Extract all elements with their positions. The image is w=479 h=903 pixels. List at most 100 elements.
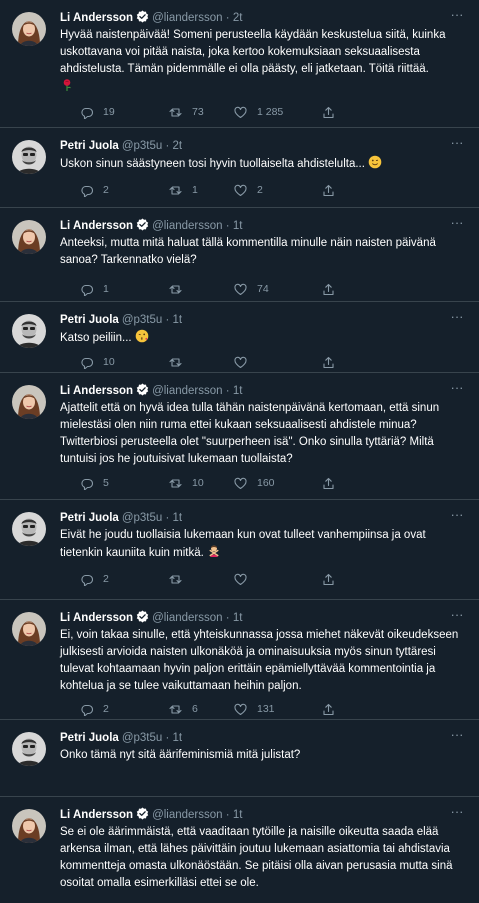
separator-dot: · bbox=[225, 809, 230, 821]
more-options-icon[interactable]: ··· bbox=[449, 508, 465, 522]
reply-button[interactable]: 2 bbox=[80, 182, 109, 198]
tweet-timestamp[interactable]: 2t bbox=[233, 12, 243, 24]
share-button[interactable] bbox=[322, 281, 335, 297]
author-handle[interactable]: @p3t5u bbox=[122, 140, 162, 152]
separator-dot: · bbox=[225, 612, 230, 624]
woman-avatar[interactable] bbox=[12, 612, 46, 646]
more-options-icon[interactable]: ··· bbox=[449, 805, 465, 819]
more-options-icon[interactable]: ··· bbox=[449, 8, 465, 22]
tweet-timestamp[interactable]: 1t bbox=[233, 385, 243, 397]
tweet-text-content: Ajattelit että on hyvä idea tulla tähän … bbox=[60, 402, 440, 465]
tweet[interactable]: Petri Juola @p3t5u · 1t ··· Katso peiliin..… bbox=[0, 302, 479, 373]
share-button[interactable] bbox=[322, 571, 335, 587]
reply-count: 19 bbox=[103, 106, 115, 118]
tweet[interactable]: Li Andersson @liandersson · 2t ··· Hyvää na… bbox=[0, 0, 479, 128]
more-options-icon[interactable]: ··· bbox=[449, 728, 465, 742]
like-button[interactable]: 160 bbox=[234, 475, 275, 491]
man-avatar[interactable] bbox=[12, 314, 46, 348]
tweet-text-content: Eivät he joudu tuollaisia lukemaan kun o… bbox=[60, 529, 426, 559]
share-button[interactable] bbox=[322, 104, 335, 120]
tweet-timestamp[interactable]: 1t bbox=[233, 612, 243, 624]
like-button[interactable] bbox=[234, 354, 257, 370]
author-name[interactable]: Petri Juola bbox=[60, 512, 119, 524]
man-avatar[interactable] bbox=[12, 512, 46, 546]
woman-avatar[interactable] bbox=[12, 12, 46, 46]
author-name[interactable]: Li Andersson bbox=[60, 612, 133, 624]
man-avatar[interactable] bbox=[12, 732, 46, 766]
like-button[interactable]: 74 bbox=[234, 281, 269, 297]
like-button[interactable]: 1 285 bbox=[234, 104, 283, 120]
tweet[interactable]: Li Andersson @liandersson · 1t ··· Ajatteli… bbox=[0, 373, 479, 500]
reply-button[interactable]: 2 bbox=[80, 701, 109, 717]
reply-button[interactable]: 2 bbox=[80, 571, 109, 587]
like-button[interactable] bbox=[234, 571, 257, 587]
share-button[interactable] bbox=[322, 475, 335, 491]
share-button[interactable] bbox=[322, 701, 335, 717]
retweet-button[interactable] bbox=[169, 571, 192, 587]
reply-button[interactable]: 1 bbox=[80, 281, 109, 297]
like-count: 131 bbox=[257, 703, 275, 715]
tweet-timestamp[interactable]: 1t bbox=[173, 732, 183, 744]
author-handle[interactable]: @p3t5u bbox=[122, 512, 162, 524]
tweet[interactable]: Li Andersson @liandersson · 1t ··· Anteeksi… bbox=[0, 208, 479, 302]
separator-dot: · bbox=[165, 732, 170, 744]
retweet-icon bbox=[169, 356, 182, 369]
author-handle[interactable]: @liandersson bbox=[152, 385, 223, 397]
retweet-icon bbox=[169, 106, 182, 119]
reply-button[interactable]: 5 bbox=[80, 475, 109, 491]
author-handle[interactable]: @liandersson bbox=[152, 220, 223, 232]
author-name[interactable]: Petri Juola bbox=[60, 314, 119, 326]
more-options-icon[interactable]: ··· bbox=[449, 136, 465, 150]
woman-avatar[interactable] bbox=[12, 809, 46, 843]
reply-button[interactable]: 19 bbox=[80, 104, 115, 120]
author-handle[interactable]: @p3t5u bbox=[122, 314, 162, 326]
woman-avatar[interactable] bbox=[12, 385, 46, 419]
author-handle[interactable]: @liandersson bbox=[152, 12, 223, 24]
author-name[interactable]: Li Andersson bbox=[60, 809, 133, 821]
tweet-text-content: Katso peiliin... bbox=[60, 332, 132, 344]
tweet-timestamp[interactable]: 2t bbox=[173, 140, 183, 152]
author-handle[interactable]: @liandersson bbox=[152, 612, 223, 624]
like-button[interactable]: 2 bbox=[234, 182, 263, 198]
share-button[interactable] bbox=[322, 182, 335, 198]
author-name[interactable]: Li Andersson bbox=[60, 12, 133, 24]
share-button[interactable] bbox=[322, 354, 335, 370]
retweet-button[interactable]: 6 bbox=[169, 701, 198, 717]
tweet[interactable]: Li Andersson @liandersson · 1t ··· Ei, voin… bbox=[0, 600, 479, 720]
tweet-timestamp[interactable]: 1t bbox=[173, 512, 183, 524]
tweet-timestamp[interactable]: 1t bbox=[233, 809, 243, 821]
woman-avatar[interactable] bbox=[12, 220, 46, 254]
author-name[interactable]: Petri Juola bbox=[60, 732, 119, 744]
retweet-button[interactable]: 1 bbox=[169, 182, 198, 198]
more-options-icon[interactable]: ··· bbox=[449, 608, 465, 622]
man-avatar[interactable] bbox=[12, 140, 46, 174]
separator-dot: · bbox=[165, 512, 170, 524]
tweet[interactable]: Petri Juola @p3t5u · 2t ··· Uskon sinun sää… bbox=[0, 128, 479, 208]
reply-icon bbox=[80, 703, 93, 716]
tweet[interactable]: Petri Juola @p3t5u · 1t ··· Onko tämä nyt s… bbox=[0, 720, 479, 797]
like-button[interactable]: 131 bbox=[234, 701, 275, 717]
author-name[interactable]: Li Andersson bbox=[60, 385, 133, 397]
tweet-header: Petri Juola @p3t5u · 1t bbox=[60, 510, 182, 526]
more-options-icon[interactable]: ··· bbox=[449, 381, 465, 395]
tweet-text: Anteeksi, mutta mitä haluat tällä kommen… bbox=[60, 235, 464, 269]
retweet-button[interactable] bbox=[169, 354, 192, 370]
author-name[interactable]: Petri Juola bbox=[60, 140, 119, 152]
tweet[interactable]: Petri Juola @p3t5u · 1t ··· Eivät he joudu … bbox=[0, 500, 479, 600]
retweet-button[interactable]: 73 bbox=[169, 104, 204, 120]
tweet-timestamp[interactable]: 1t bbox=[173, 314, 183, 326]
retweet-button[interactable]: 10 bbox=[169, 475, 204, 491]
author-name[interactable]: Li Andersson bbox=[60, 220, 133, 232]
tweet[interactable]: Li Andersson @liandersson · 1t ··· Se ei ol… bbox=[0, 797, 479, 903]
more-options-icon[interactable]: ··· bbox=[449, 310, 465, 324]
tweet-timestamp[interactable]: 1t bbox=[233, 220, 243, 232]
verified-badge-icon bbox=[136, 807, 149, 820]
heart-icon bbox=[234, 477, 247, 490]
author-handle[interactable]: @liandersson bbox=[152, 809, 223, 821]
author-handle[interactable]: @p3t5u bbox=[122, 732, 162, 744]
reply-icon bbox=[80, 477, 93, 490]
retweet-button[interactable] bbox=[169, 281, 192, 297]
more-options-icon[interactable]: ··· bbox=[449, 216, 465, 230]
tweet-actions: 2 6 131 bbox=[60, 701, 460, 717]
reply-button[interactable]: 10 bbox=[80, 354, 115, 370]
